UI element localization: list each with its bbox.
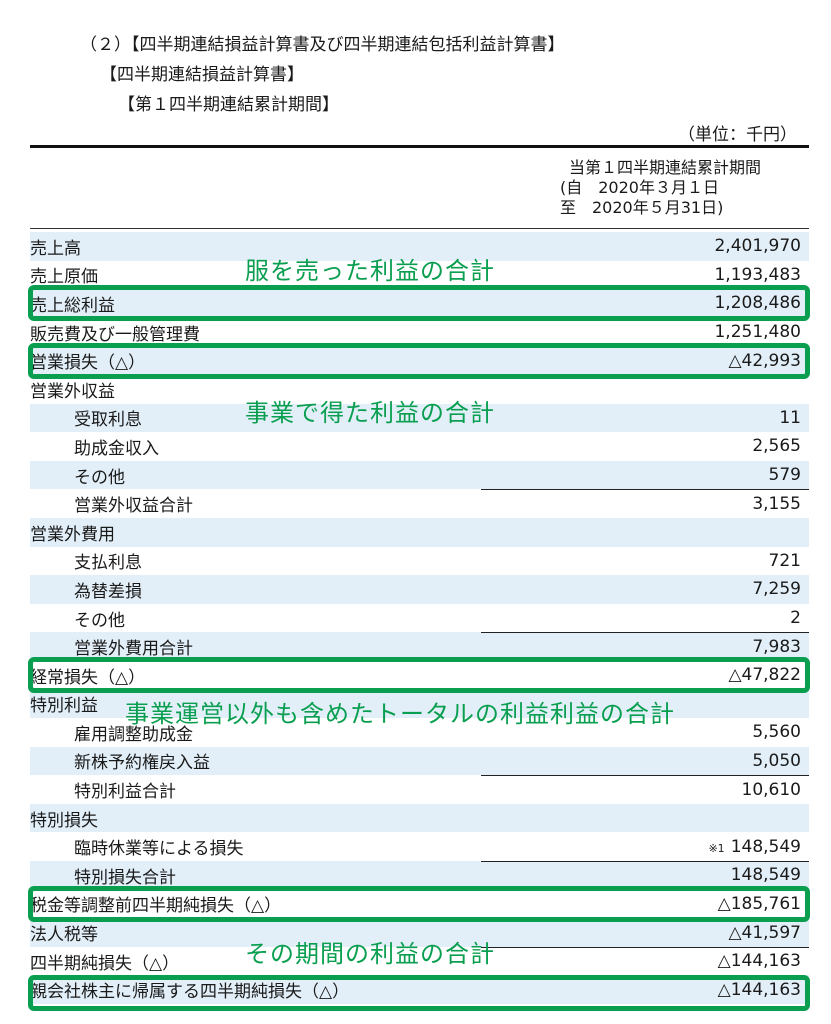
row-label: 特別利益合計 [74, 782, 176, 803]
annotation-operating: 事業で得た利益の合計 [245, 399, 495, 427]
row-label: 為替差損 [74, 581, 142, 602]
statement-title: （２）【四半期連結損益計算書及び四半期連結包括利益計算書】 [80, 35, 565, 55]
highlight-ordinary-loss [28, 657, 810, 693]
table-row: 特別損失 [30, 803, 809, 833]
row-label: 新株予約権戻入益 [74, 753, 210, 774]
row-label: その他 [74, 610, 125, 631]
row-value: △41,597 [728, 922, 801, 943]
table-row: その他 579 [30, 460, 809, 490]
table-row: 臨時休業等による損失 ※1 148,549 [30, 832, 809, 861]
row-value: 2,565 [752, 436, 801, 457]
row-label: 特別損失合計 [74, 867, 176, 888]
annotation-net: その期間の利益の合計 [245, 940, 495, 968]
row-label: 支払利息 [74, 553, 142, 574]
row-label: 特別損失 [30, 810, 98, 831]
period-title: 【第１四半期連結累計期間】 [118, 95, 339, 115]
table-row: 新株予約権戻入益 5,050 [30, 746, 809, 776]
footnote-marker: ※1 [708, 841, 725, 855]
highlight-operating-loss [28, 343, 810, 379]
row-value: 5,050 [752, 750, 801, 771]
row-label: 営業外収益合計 [74, 496, 193, 517]
row-value: 579 [768, 465, 801, 486]
row-label: その他 [74, 467, 125, 488]
row-value: 7,259 [752, 579, 801, 600]
highlight-pretax-loss [28, 886, 810, 922]
row-value: 2 [790, 608, 801, 629]
row-label: 販売費及び一般管理費 [30, 324, 200, 345]
table-row: 支払利息 721 [30, 547, 809, 576]
row-value: 3,155 [752, 493, 801, 514]
row-value: △144,163 [717, 951, 801, 972]
period-header-title: 当第１四半期連結累計期間 [568, 158, 761, 177]
row-value: 721 [768, 550, 801, 571]
row-value: 1,193,483 [714, 264, 801, 285]
table-row: 助成金収入 2,565 [30, 432, 809, 461]
annotation-ordinary: 事業運営以外も含めたトータルの利益利益の合計 [125, 700, 675, 728]
table-row: 為替差損 7,259 [30, 575, 809, 604]
table-row: 営業外費用 [30, 517, 809, 547]
period-header-to: 至 2020年５月31日) [560, 198, 724, 217]
highlight-net-loss-parent [28, 975, 810, 1011]
row-label: 営業外費用合計 [74, 639, 193, 660]
row-value: 11 [779, 407, 801, 428]
statement-subtitle: 【四半期連結損益計算書】 [100, 65, 304, 85]
row-value: 148,549 [730, 865, 801, 886]
table-top-rule [30, 145, 809, 148]
row-label: 臨時休業等による損失 [74, 839, 244, 860]
row-value: 10,610 [741, 779, 801, 800]
row-label: 営業外費用 [30, 524, 115, 545]
table-row: 営業外収益合計 3,155 [30, 489, 809, 518]
period-header-from: (自 2020年３月１日 [560, 178, 719, 197]
row-value-number: 148,549 [730, 836, 801, 857]
period-header: 当第１四半期連結累計期間 (自 2020年３月１日 至 2020年５月31日) [520, 158, 810, 218]
highlight-gross-profit [28, 285, 810, 321]
row-value: 7,983 [752, 636, 801, 657]
header-rule [30, 228, 809, 229]
unit-label: （単位：千円） [678, 125, 797, 145]
annotation-gross: 服を売った利益の合計 [245, 257, 495, 285]
row-label: 助成金収入 [74, 438, 159, 459]
table-row: 特別利益合計 10,610 [30, 775, 809, 804]
row-value: 2,401,970 [714, 236, 801, 257]
row-value: 1,251,480 [714, 322, 801, 343]
table-row: その他 2 [30, 604, 809, 633]
row-value: ※1 148,549 [601, 837, 809, 857]
